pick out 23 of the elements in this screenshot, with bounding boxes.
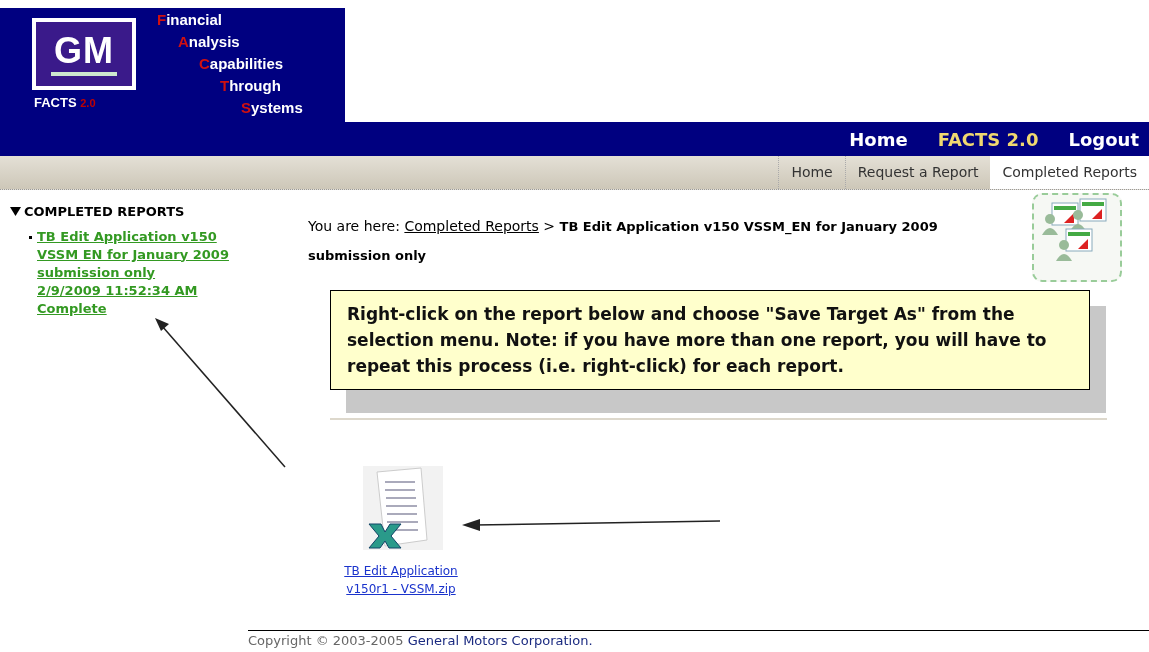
caret-icon[interactable] [10,207,21,217]
report-link[interactable]: TB Edit Application v150 VSSM EN for January 2009 submission only 2/9/2009 11:52:34 AM Complete [37,227,229,318]
file-link[interactable]: TB Edit Application v150r1 - VSSM.zip [344,562,458,598]
breadcrumb-link[interactable]: Completed Reports [404,218,539,234]
nav-link[interactable]: Home [849,125,908,153]
logo-underline [51,71,117,76]
tab[interactable]: Home [778,156,845,189]
nav-link[interactable]: Logout [1068,125,1139,153]
breadcrumb: You are here: Completed Reports > TB Edit Application v150 VSSM_EN for January 2009 submission only [308,217,939,265]
company-link[interactable]: General Motors Corporation. [407,633,593,648]
tab[interactable]: Completed Reports [990,156,1149,189]
acronym-word: Through [220,78,281,93]
logo-mark: GM [54,32,114,69]
product-name: FACTS 2.0 [34,96,96,109]
copyright-text: Copyright © 2003-2005 General Motors Corporation. [248,633,594,649]
bullet-icon [29,235,32,239]
acronym-word: Capabilities [199,56,284,71]
acronym-word: Financial [157,12,223,27]
sidebar-heading: COMPLETED REPORTS [24,203,185,221]
notice-text: Right-click on the report below and choose "Save Target As" from the selection menu. Note: if you have more than one report, you will have to repeat this process (i.e. right-click) for each report. [347,303,1048,378]
nav-link[interactable]: FACTS 2.0 [937,125,1039,153]
acronym-word: Analysis [178,34,240,49]
acronym-word: Systems [241,100,303,115]
